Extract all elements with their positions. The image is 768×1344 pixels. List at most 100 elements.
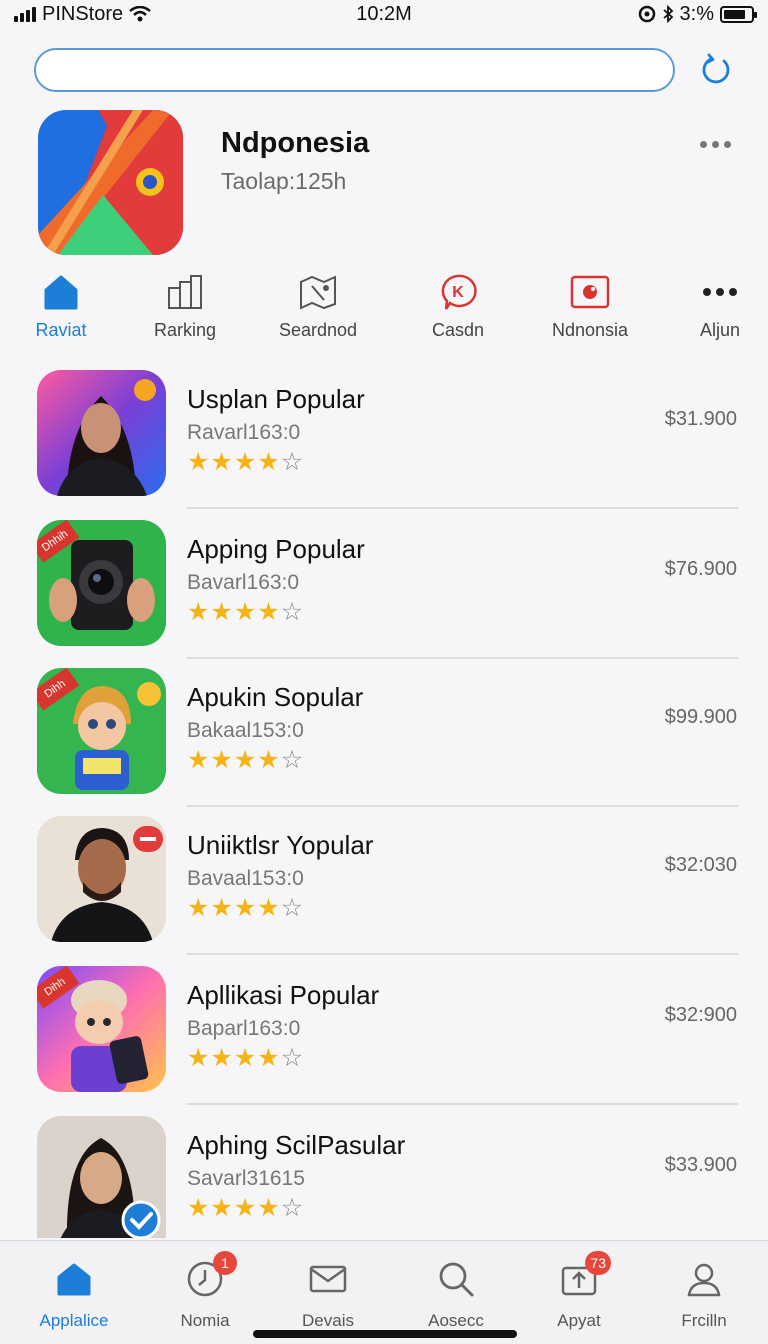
app-subtitle: Savarl31615 (187, 1167, 305, 1190)
star-icon: ★ (257, 448, 280, 476)
app-title: Apping Popular (187, 534, 365, 564)
star-outline-icon: ☆ (280, 1194, 304, 1222)
home-icon (39, 270, 83, 314)
star-icon: ★ (187, 894, 210, 922)
tab-label: Casdn (431, 320, 485, 340)
list-item[interactable]: Usplan Popular Ravarl163:0 ★ ★ ★ ★ ☆ $31.900 (0, 368, 768, 518)
rating-stars: ★ ★ ★ ★ ☆ (187, 598, 303, 626)
app-subtitle: Ravarl163:0 (187, 421, 301, 444)
more-options-button[interactable] (700, 134, 740, 154)
nav-devais[interactable]: Devais (268, 1257, 388, 1331)
refresh-button[interactable] (696, 50, 736, 90)
rating-stars: ★ ★ ★ ★ ☆ (187, 894, 303, 922)
star-icon: ★ (187, 448, 210, 476)
refresh-icon (702, 53, 730, 84)
wifi-icon (129, 6, 151, 22)
app-subtitle: Baparl163:0 (187, 1017, 301, 1040)
lock-rotation-icon (638, 5, 655, 23)
nav-label: Applalice (39, 1311, 109, 1330)
tab-casdn[interactable]: K Casdn (398, 270, 518, 350)
bottom-nav: Applalice 1 Nomia Devais Aosecc 73 Apyat… (0, 1240, 768, 1344)
star-icon: ★ (233, 746, 257, 774)
app-subtitle: Bakaal153:0 (187, 719, 304, 742)
nav-applalice[interactable]: Applalice (14, 1257, 134, 1331)
search-icon (434, 1257, 478, 1301)
nav-nomia[interactable]: 1 Nomia (145, 1251, 265, 1331)
nav-frcilln[interactable]: Frcilln (644, 1257, 764, 1331)
rating-stars: ★ ★ ★ ★ ☆ (187, 448, 303, 476)
star-outline-icon: ☆ (280, 1044, 304, 1072)
divider (187, 507, 738, 509)
star-icon: ★ (210, 448, 233, 476)
star-outline-icon: ☆ (280, 598, 304, 626)
list-item[interactable]: Dihh Apukin Sopular Bakaal153:0 ★ ★ ★ ★ ☆ $9… (0, 666, 768, 816)
list-item[interactable]: Dihh Apllikasi Popular Baparl163:0 ★ ★ ★ ★ ☆… (0, 964, 768, 1114)
star-icon: ★ (187, 1194, 210, 1222)
profile-icon (682, 1257, 726, 1301)
divider (187, 657, 738, 659)
star-icon: ★ (257, 746, 280, 774)
update-icon: 73 (557, 1251, 611, 1301)
search-input[interactable] (34, 48, 675, 92)
more-dots-icon (698, 270, 742, 314)
battery-percent: 3:% (679, 2, 714, 25)
list-item[interactable]: Dhhih Apping Popular Bavarl163:0 ★ ★ ★ ★ ☆ $… (0, 518, 768, 668)
app-price: $31.900 (664, 408, 737, 430)
tab-seardnod[interactable]: Seardnod (258, 270, 378, 350)
app-title: Apukin Sopular (187, 682, 364, 712)
camera-icon (568, 270, 612, 314)
carrier-label: PINStore (42, 2, 124, 25)
status-bar: PINStore 10:2M 3:% (0, 0, 768, 28)
tab-label: Ndnonsia (551, 320, 629, 340)
mail-icon (306, 1257, 350, 1301)
star-icon: ★ (187, 746, 210, 774)
star-icon: ★ (257, 1194, 280, 1222)
nav-label: Apyat (557, 1311, 601, 1330)
rating-stars: ★ ★ ★ ★ ☆ (187, 1044, 303, 1072)
battery-icon (720, 5, 757, 23)
app-subtitle: Bavaal153:0 (187, 867, 304, 890)
app-title: Aphing ScilPasular (187, 1130, 406, 1160)
divider (187, 953, 738, 955)
star-outline-icon: ☆ (280, 448, 304, 476)
home-indicator[interactable] (253, 1330, 517, 1338)
notification-badge: 73 (585, 1251, 611, 1275)
app-subtitle: Bavarl163:0 (187, 571, 300, 594)
ranking-icon (163, 270, 207, 314)
star-icon: ★ (210, 746, 233, 774)
star-icon: ★ (233, 598, 257, 626)
app-logo (38, 110, 183, 255)
app-price: $32:030 (664, 854, 737, 876)
bluetooth-icon (662, 5, 673, 23)
nav-label: Nomia (180, 1311, 230, 1330)
list-item[interactable]: Uniiktlsr Yopular Bavaal153:0 ★ ★ ★ ★ ☆ $32:… (0, 814, 768, 964)
divider (187, 805, 738, 807)
app-title: Usplan Popular (187, 384, 365, 414)
nav-apyat[interactable]: 73 Apyat (519, 1251, 639, 1331)
tab-aljun[interactable]: Aljun (660, 270, 768, 350)
home-icon (52, 1257, 96, 1301)
star-icon: ★ (233, 1194, 257, 1222)
tab-raviat[interactable]: Raviat (1, 270, 121, 350)
app-subtitle: Taolap:125h (221, 168, 347, 194)
app-thumbnail: Dhhih (37, 520, 166, 646)
app-thumbnail (37, 370, 166, 496)
app-name: Ndponesia (221, 127, 370, 159)
nav-label: Aosecc (428, 1311, 484, 1330)
app-thumbnail: Dihh (37, 668, 166, 794)
app-price: $32:900 (664, 1004, 737, 1026)
tab-label: Rarking (153, 320, 217, 340)
cellular-signal-icon (14, 6, 36, 22)
app-thumbnail (37, 1116, 166, 1238)
tab-rarking[interactable]: Rarking (125, 270, 245, 350)
star-icon: ★ (257, 598, 280, 626)
tab-ndnonsia[interactable]: Ndnonsia (530, 270, 650, 350)
nav-aosecc[interactable]: Aosecc (396, 1257, 516, 1331)
star-icon: ★ (257, 894, 280, 922)
tab-label: Seardnod (278, 320, 358, 340)
clock-time: 10:2M (356, 2, 412, 25)
category-tabs: Raviat Rarking Seardnod K Casdn Ndnonsia… (0, 270, 768, 350)
rating-stars: ★ ★ ★ ★ ☆ (187, 746, 303, 774)
svg-text:K: K (452, 284, 464, 301)
star-outline-icon: ☆ (280, 746, 304, 774)
